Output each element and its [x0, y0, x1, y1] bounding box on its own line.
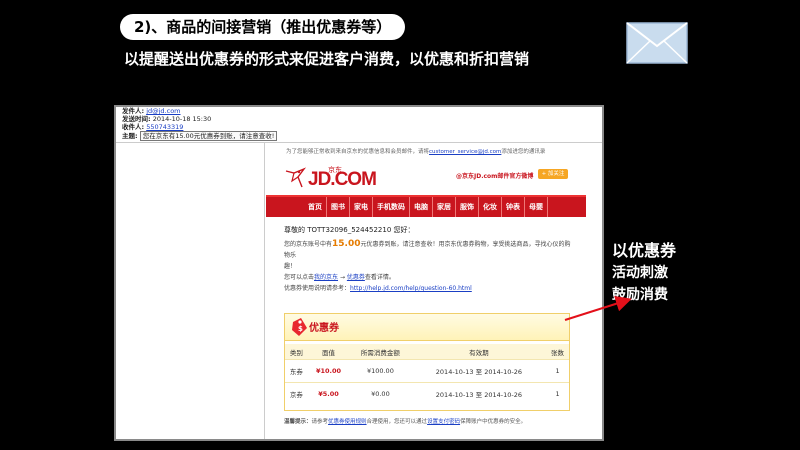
- jd-dog-icon: [285, 167, 307, 188]
- coupon-rules-link[interactable]: 优惠券使用规则: [328, 419, 367, 425]
- line2-post: 查看详情。: [364, 274, 395, 281]
- tips-label: 温馨提示：: [284, 419, 312, 425]
- coupon-box: $ 优惠券 类别 面值 所需消费金额 有效期 张数 东券 ¥10.00 ¥100.00 201…: [284, 313, 570, 411]
- tips: 温馨提示：请参考优惠券使用规则合理使用，您还可以通过设置支付密码保障账户中优惠券…: [284, 417, 526, 425]
- pay-password-link[interactable]: 设置支付密码: [427, 419, 460, 425]
- callout-text: 以优惠券 活动刺激 鼓励消费: [612, 240, 676, 306]
- nav-item-3[interactable]: 手机数码: [373, 197, 410, 217]
- coupon-row: 东券 ¥10.00 ¥100.00 2014-10-13 至 2014-10-26 1: [285, 359, 569, 383]
- tips-pre: 请参考: [311, 419, 329, 425]
- coupon-cell: ¥0.00: [349, 382, 412, 405]
- logo-cn: 京东: [328, 166, 342, 174]
- coupon-col-header: 所需消费金额: [349, 344, 412, 360]
- coupon-cell: ¥100.00: [349, 359, 412, 383]
- message-line-1-end: 趣！: [284, 263, 297, 270]
- coupon-col-header: 张数: [546, 344, 569, 360]
- callout-line-3: 鼓励消费: [612, 287, 668, 303]
- to-label: 收件人:: [122, 123, 145, 131]
- sent-value: 2014-10-18 15:30: [152, 115, 212, 123]
- contact-notice: 为了您能够正常收到来自京东的优惠信息和会员邮件，请将customer_servi…: [286, 147, 545, 155]
- coupon-cell: 1: [546, 382, 569, 405]
- slide-subtitle: 以提醒送出优惠券的形式来促进客户消费，以优惠和折扣营销: [124, 50, 530, 68]
- mail-envelope-icon: [626, 22, 688, 64]
- nav-item-8[interactable]: 钟表: [502, 197, 525, 217]
- line1-pre: 您的京东账号中有: [284, 241, 333, 248]
- nav-item-4[interactable]: 电脑: [410, 197, 433, 217]
- nav-item-1[interactable]: 图书: [327, 197, 350, 217]
- message-line-1: 您的京东账号中有15.00元优惠券到账，请注意查收！用京东优惠券购物，享受挑选商…: [284, 239, 574, 261]
- sent-label: 发送时间:: [122, 115, 151, 123]
- to-value[interactable]: 550743319: [146, 123, 183, 131]
- coupon-cell: ¥5.00: [307, 382, 350, 405]
- nav-item-9[interactable]: 母婴: [525, 197, 548, 217]
- tips-post: 保障账户中优惠券的安全。: [460, 419, 527, 425]
- subject-label: 主题:: [122, 132, 138, 140]
- category-nav: 首页 图书 家电 手机数码 电脑 家居 服饰 化妆 钟表 母婴: [266, 195, 586, 217]
- weibo-link[interactable]: @京东JD.com邮件官方微博: [456, 171, 533, 180]
- coupon-link[interactable]: 优惠券: [347, 274, 365, 281]
- coupon-title: 优惠券: [309, 323, 339, 334]
- coupon-col-header: 面值: [307, 344, 350, 360]
- tips-mid: 合理使用，您还可以通过: [366, 419, 428, 425]
- callout-line-1: 以优惠券: [612, 241, 677, 260]
- from-value[interactable]: jd@jd.com: [146, 107, 180, 115]
- nav-item-5[interactable]: 家居: [433, 197, 456, 217]
- coupon-cell: 东券: [285, 359, 308, 383]
- callout-line-2: 活动刺激: [612, 265, 668, 281]
- coupon-header: $ 优惠券: [285, 314, 569, 341]
- coupon-col-header: 类别: [285, 344, 308, 360]
- nav-item-6[interactable]: 服饰: [456, 197, 479, 217]
- line2-pre: 您可以点击: [284, 274, 315, 281]
- mail-header: 发件人: jd@jd.com 发送时间: 2014-10-18 15:30 收件…: [122, 107, 278, 141]
- nav-item-2[interactable]: 家电: [350, 197, 373, 217]
- coupon-amount: 15.00: [332, 239, 361, 249]
- message-line-3: 优惠券使用说明请参考：http://help.jd.com/help/quest…: [284, 283, 574, 294]
- coupon-cell: 2014-10-13 至 2014-10-26: [411, 359, 547, 383]
- coupon-cell: ¥10.00: [307, 359, 350, 383]
- from-label: 发件人:: [122, 107, 145, 115]
- email-message: 尊敬的 TOTT32096_524452210 您好： 您的京东账号中有15.0…: [284, 225, 574, 294]
- follow-button[interactable]: + 加关注: [538, 169, 568, 179]
- coupon-table: 类别 面值 所需消费金额 有效期 张数 东券 ¥10.00 ¥100.00 2014-10-1…: [285, 344, 569, 405]
- coupon-tag-icon: $: [292, 318, 307, 336]
- email-screenshot: 发件人: jd@jd.com 发送时间: 2014-10-18 15:30 收件…: [114, 105, 604, 441]
- coupon-cell: 1: [546, 359, 569, 383]
- nav-item-7[interactable]: 化妆: [479, 197, 502, 217]
- subject-value: 您在京东有15.00元优惠券到账，请注意查收!: [139, 131, 278, 141]
- coupon-row: 京券 ¥5.00 ¥0.00 2014-10-13 至 2014-10-26 1: [285, 382, 569, 405]
- coupon-col-header: 有效期: [411, 344, 547, 360]
- line3-pre: 优惠券使用说明请参考：: [284, 285, 351, 292]
- svg-text:$: $: [298, 325, 303, 333]
- mail-left-pane: [116, 143, 265, 439]
- my-jd-link[interactable]: 我的京东: [314, 274, 338, 281]
- help-link[interactable]: http://help.jd.com/help/question-60.html: [350, 285, 472, 292]
- slide-title: 2)、商品的间接营销（推出优惠券等）: [120, 14, 406, 40]
- email-body: JD.COM 京东 @京东JD.com邮件官方微博 + 加关注 首页 图书 家电 手机…: [266, 155, 586, 439]
- greeting: 尊敬的 TOTT32096_524452210 您好：: [284, 226, 415, 234]
- line2-arrow: →: [338, 274, 347, 281]
- coupon-cell: 京券: [285, 382, 308, 405]
- coupon-cell: 2014-10-13 至 2014-10-26: [411, 382, 547, 405]
- message-line-2: 您可以点击我的京东 → 优惠券查看详情。: [284, 272, 574, 283]
- nav-item-0[interactable]: 首页: [304, 197, 327, 217]
